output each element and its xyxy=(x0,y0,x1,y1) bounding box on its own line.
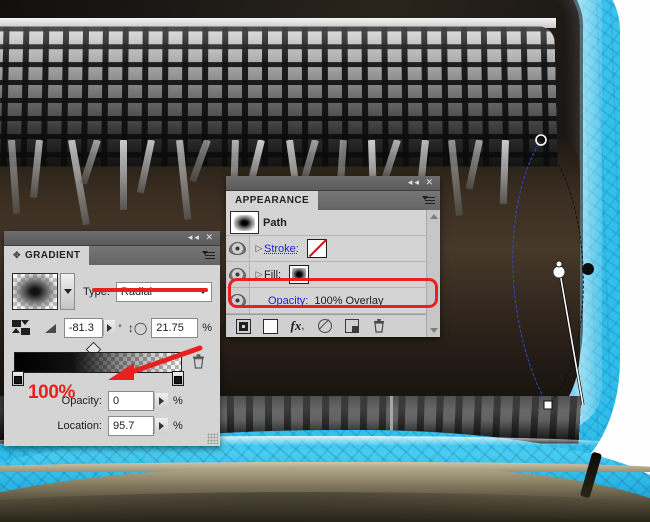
gradient-opacity-unit: % xyxy=(173,395,183,407)
gradient-panel[interactable]: ◂◂ ✕ ✥ GRADIENT Type: Radial xyxy=(4,231,220,446)
gradient-panel-titlebar[interactable]: ◂◂ ✕ xyxy=(4,231,220,246)
gradient-location-stepper[interactable] xyxy=(154,418,168,434)
gradient-angle-row: -81.3 ° ↕◯ 21.75 % xyxy=(4,318,220,338)
delete-item-trash-icon[interactable] xyxy=(365,316,392,336)
artwork-streak xyxy=(448,140,463,216)
gradient-opacity-stepper[interactable] xyxy=(154,393,168,409)
panel-grip-icon: ✥ xyxy=(13,250,21,261)
gradient-opacity-value: 0 xyxy=(113,395,119,407)
appearance-object-label: Path xyxy=(263,217,287,229)
artwork-streak xyxy=(120,140,127,210)
gradient-panel-menu-icon[interactable] xyxy=(202,250,215,261)
scroll-down-arrow[interactable] xyxy=(430,328,438,333)
gradient-location-input[interactable]: 95.7 xyxy=(108,416,154,436)
panel-resize-grip[interactable] xyxy=(207,433,218,444)
radial-gradient-thumbnail xyxy=(230,211,259,234)
gradient-collapse-icon[interactable]: ◂◂ xyxy=(188,232,201,242)
artwork-streak xyxy=(500,140,509,204)
appearance-collapse-icon[interactable]: ◂◂ xyxy=(408,177,421,187)
gradient-location-unit: % xyxy=(173,420,183,432)
gradient-location-label: Location: xyxy=(48,420,102,432)
appearance-panel-titlebar[interactable]: ◂◂ ✕ xyxy=(226,176,440,191)
gradient-close-icon[interactable]: ✕ xyxy=(205,232,215,242)
gradient-tab-row[interactable]: ✥ GRADIENT xyxy=(4,246,220,265)
gradient-opacity-input[interactable]: 0 xyxy=(108,391,154,411)
gradient-angle-icon xyxy=(45,324,56,333)
artwork-streak xyxy=(189,140,211,183)
gradient-location-row: Location: 95.7 % xyxy=(4,416,220,436)
artwork-streak xyxy=(8,140,20,214)
appearance-stroke-label[interactable]: Stroke: xyxy=(264,243,299,255)
add-new-effect-fx-icon[interactable]: fx , xyxy=(284,316,311,336)
gradient-aspect-input[interactable]: 21.75 xyxy=(151,318,198,338)
gradient-aspect-unit: % xyxy=(202,322,212,334)
clear-appearance-icon[interactable] xyxy=(311,316,338,336)
red-underline-type-dropdown xyxy=(92,288,208,292)
gradient-angle-value: -81.3 xyxy=(69,322,94,334)
appearance-close-icon[interactable]: ✕ xyxy=(425,177,435,187)
appearance-panel-body: Path ▷ Stroke: ▷ Fill: Opacity: 100% Ove… xyxy=(226,210,440,337)
gradient-angle-input[interactable]: -81.3 xyxy=(64,318,104,338)
artwork-streak xyxy=(30,140,43,198)
gradient-tab-empty-area xyxy=(89,246,220,265)
red-arrow-to-opacity-field xyxy=(100,346,208,388)
gradient-tab-label: GRADIENT xyxy=(25,250,80,261)
gradient-preview-radial[interactable] xyxy=(12,273,58,310)
tab-appearance[interactable]: APPEARANCE xyxy=(226,191,318,210)
appearance-panel[interactable]: ◂◂ ✕ APPEARANCE Path xyxy=(226,176,440,337)
appearance-row-object[interactable]: Path xyxy=(226,210,427,236)
artwork-drop-shadow xyxy=(0,492,650,522)
appearance-scrollbar[interactable] xyxy=(426,210,440,337)
gradient-location-value: 95.7 xyxy=(113,420,134,432)
artwork-streak xyxy=(137,140,155,194)
visibility-eye-icon[interactable] xyxy=(226,236,250,261)
appearance-panel-menu-icon[interactable] xyxy=(422,195,435,206)
duplicate-item-icon[interactable] xyxy=(338,316,365,336)
disclosure-triangle-icon[interactable]: ▷ xyxy=(254,243,264,254)
appearance-row-stroke[interactable]: ▷ Stroke: xyxy=(226,236,427,262)
gradient-angle-stepper[interactable] xyxy=(103,320,115,336)
aspect-ratio-icon: ↕◯ xyxy=(128,321,147,335)
appearance-tab-empty-area xyxy=(318,191,440,210)
reverse-gradient-icon[interactable] xyxy=(12,320,29,336)
appearance-tab-row[interactable]: APPEARANCE xyxy=(226,191,440,210)
red-100-percent-callout: 100% xyxy=(28,382,75,404)
add-new-fill-icon[interactable] xyxy=(257,316,284,336)
gradient-angle-unit: ° xyxy=(118,323,122,333)
gradient-stop-left[interactable] xyxy=(12,371,22,384)
red-highlight-opacity-row xyxy=(228,278,438,308)
add-new-stroke-icon[interactable] xyxy=(230,316,257,336)
gradient-aspect-value: 21.75 xyxy=(156,322,184,334)
artwork-streak xyxy=(466,140,483,190)
appearance-tab-label: APPEARANCE xyxy=(235,195,309,206)
gradient-presets-dropdown[interactable] xyxy=(60,273,75,310)
none-swatch-icon[interactable] xyxy=(307,239,327,258)
scroll-up-arrow[interactable] xyxy=(430,214,438,219)
artwork-streak xyxy=(80,140,101,185)
appearance-footer-toolbar[interactable]: fx , xyxy=(226,315,440,337)
tab-gradient[interactable]: ✥ GRADIENT xyxy=(4,246,89,265)
